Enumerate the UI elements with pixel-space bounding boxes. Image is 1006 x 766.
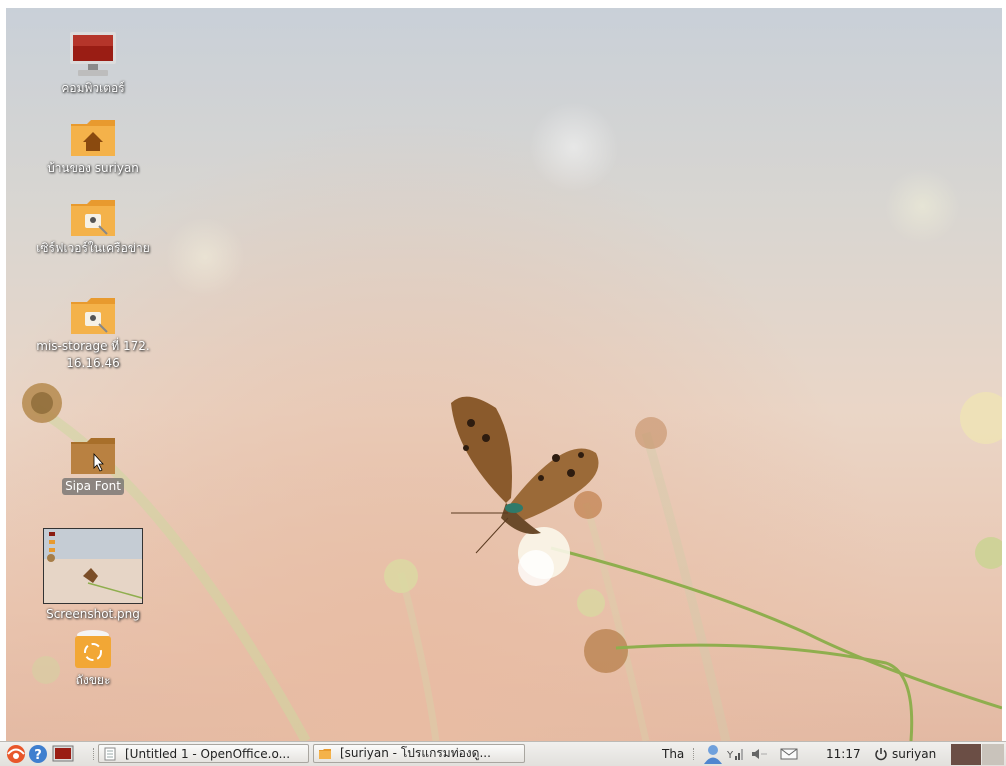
workspace-1[interactable] — [951, 744, 981, 765]
folder-icon — [71, 438, 115, 474]
desktop-icon-mis-storage[interactable]: mis-storage ที่ 172. 16.16.46 — [28, 296, 158, 372]
svg-text:?: ? — [34, 748, 42, 763]
help-launcher[interactable]: ? — [28, 742, 48, 766]
svg-text:Y: Y — [727, 750, 734, 761]
taskbar-separator — [693, 748, 696, 760]
desktop-icon-network-servers[interactable]: เซิร์ฟเวอร์ในเครือข่าย — [28, 198, 158, 257]
icon-label-network-servers: เซิร์ฟเวอร์ในเครือข่าย — [36, 241, 150, 255]
session-menu[interactable]: suriyan — [874, 742, 936, 766]
desktop-icon-screenshot[interactable]: Screenshot.png — [28, 528, 158, 623]
show-desktop-icon — [52, 745, 74, 762]
task-label: [suriyan - โปรแกรมท่องดู... — [340, 746, 491, 760]
workspace-2[interactable] — [982, 744, 1004, 765]
document-icon — [104, 747, 116, 760]
main-menu-button[interactable] — [4, 742, 28, 766]
icon-label-screenshot: Screenshot.png — [46, 607, 140, 621]
butterfly — [451, 396, 599, 554]
taskbar-separator — [93, 748, 96, 760]
computer-icon — [70, 32, 116, 76]
trash-icon — [75, 630, 111, 668]
volume-indicator[interactable] — [751, 742, 769, 766]
icon-label-computer: คอมพิวเตอร์ — [61, 81, 125, 95]
icon-label-trash: ถังขยะ — [75, 673, 111, 687]
taskbar: ? [Untitled 1 - OpenOffice.o... [suriyan… — [0, 741, 1006, 766]
clock-time: 11:17 — [826, 747, 861, 761]
task-label: [Untitled 1 - OpenOffice.o... — [125, 746, 291, 761]
mail-indicator[interactable] — [780, 742, 798, 766]
session-user: suriyan — [892, 747, 937, 761]
network-signal-icon: Y — [727, 749, 743, 761]
icon-label-sipa-font: Sipa Font — [62, 478, 124, 495]
network-indicator[interactable]: Y — [727, 742, 745, 766]
keyboard-layout-indicator[interactable]: Tha — [662, 742, 684, 766]
folder-window-icon — [319, 748, 331, 759]
icon-label-home: บ้านของ suriyan — [47, 161, 139, 175]
task-file-browser[interactable]: [suriyan - โปรแกรมท่องดู... — [313, 744, 525, 763]
volume-icon — [752, 749, 767, 759]
desktop-icon-computer[interactable]: คอมพิวเตอร์ — [28, 30, 158, 97]
desktop-icon-home[interactable]: บ้านของ suriyan — [28, 118, 158, 177]
home-folder-icon — [71, 120, 115, 156]
user-status-indicator[interactable] — [702, 742, 724, 766]
envelope-icon — [780, 748, 798, 760]
keyboard-layout-label: Tha — [662, 747, 685, 761]
task-openoffice[interactable]: [Untitled 1 - OpenOffice.o... — [98, 744, 309, 763]
icon-label-mis-storage: mis-storage ที่ 172. — [36, 339, 150, 353]
network-folder-icon — [71, 200, 115, 236]
desktop-icon-sipa-font[interactable]: Sipa Font — [28, 436, 158, 495]
icon-label-mis-storage-line2: 16.16.46 — [66, 356, 120, 370]
distro-menu-icon — [7, 745, 25, 763]
image-thumbnail-icon — [43, 528, 143, 604]
user-icon — [704, 745, 722, 764]
desktop-icon-trash[interactable]: ถังขยะ — [28, 628, 158, 689]
power-icon — [875, 748, 887, 761]
clock[interactable]: 11:17 — [826, 742, 861, 766]
show-desktop-launcher[interactable] — [52, 742, 74, 766]
network-share-icon — [71, 298, 115, 334]
help-icon: ? — [29, 745, 47, 763]
desktop: คอมพิวเตอร์ บ้านของ suriyan เซิร์ฟเวอร์ใ… — [6, 8, 1002, 741]
